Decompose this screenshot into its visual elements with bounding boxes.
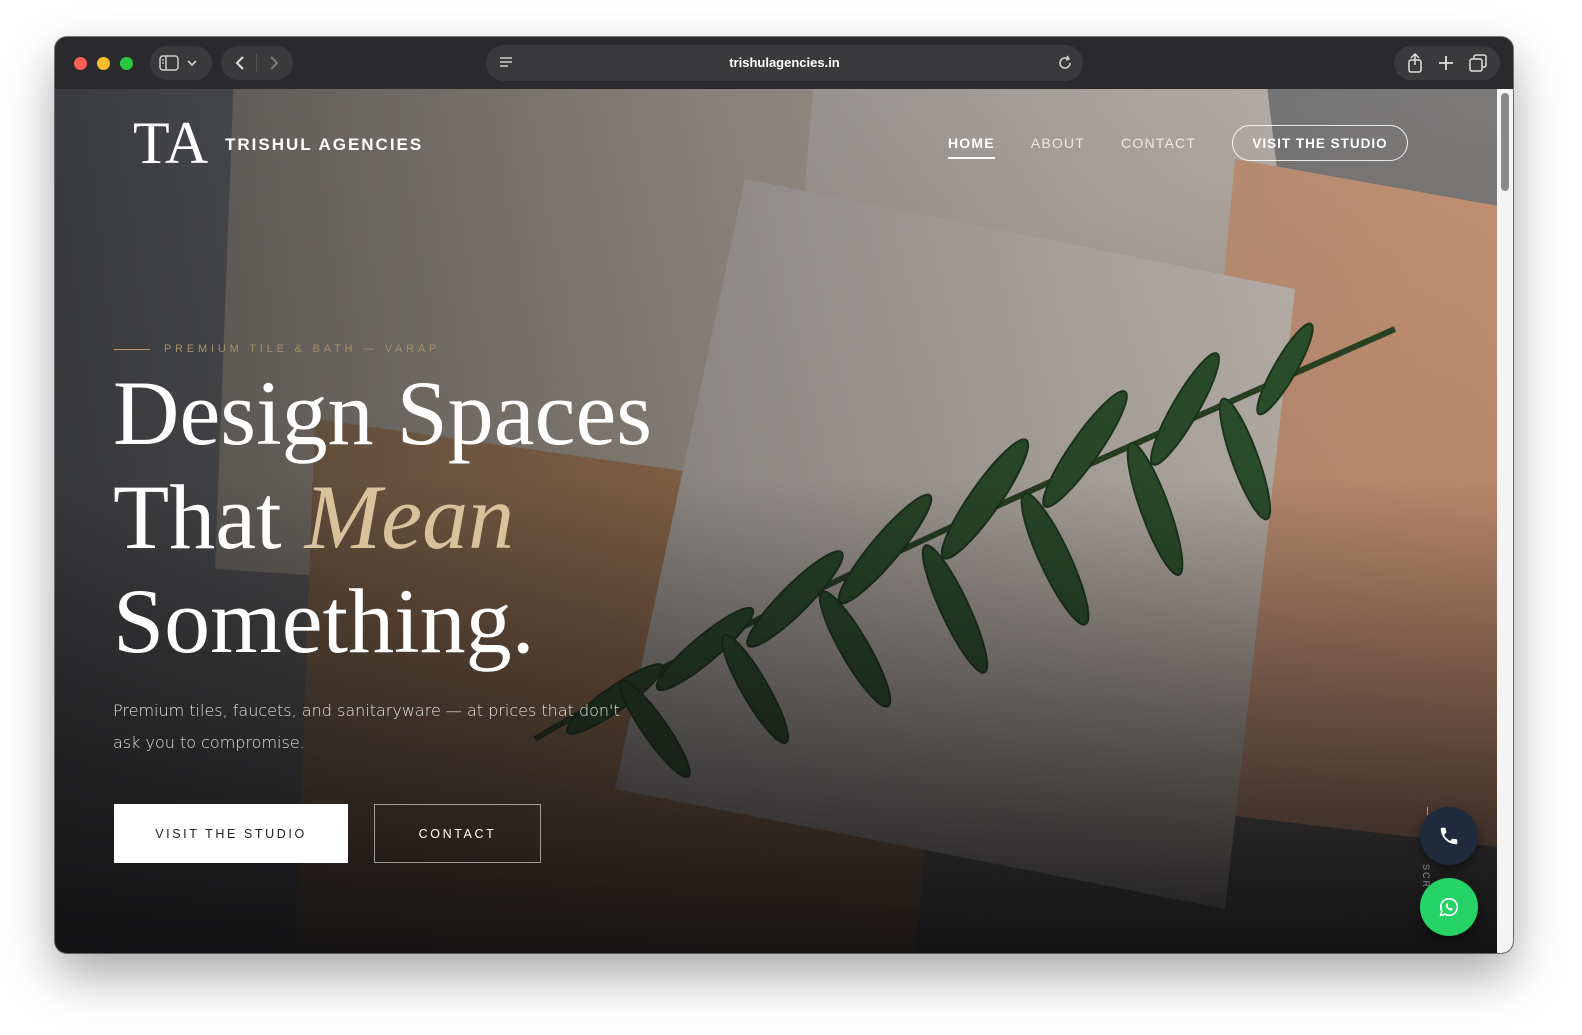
page-viewport: TA TRISHUL AGENCIES HOME ABOUT CONTACT V… <box>55 89 1513 953</box>
tab-overview-icon[interactable] <box>1468 54 1487 72</box>
eyebrow-text: PREMIUM TILE & BATH — VARAP <box>164 343 441 355</box>
nav-visit-studio-button[interactable]: VISIT THE STUDIO <box>1232 125 1408 161</box>
forward-arrow-icon[interactable] <box>268 55 280 71</box>
sidebar-icon <box>159 55 179 71</box>
headline-line-2-pre: That <box>113 466 305 568</box>
headline-accent-word: Mean <box>304 466 515 568</box>
contact-button[interactable]: CONTACT <box>374 804 541 863</box>
whatsapp-icon <box>1439 897 1459 917</box>
call-button[interactable] <box>1420 807 1478 865</box>
reload-icon[interactable] <box>1057 55 1073 71</box>
sidebar-toggle-button[interactable] <box>150 46 212 80</box>
main-nav: HOME ABOUT CONTACT <box>948 135 1196 159</box>
chevron-down-icon <box>187 60 197 67</box>
scroll-indicator-line <box>1427 807 1428 815</box>
nav-link-about[interactable]: ABOUT <box>1031 135 1085 159</box>
headline-line-3: Something. <box>113 570 535 672</box>
share-icon[interactable] <box>1407 53 1423 73</box>
address-bar[interactable]: trishulagencies.in <box>486 45 1083 81</box>
headline-line-1: Design Spaces <box>113 362 653 464</box>
eyebrow-rule <box>114 348 150 350</box>
logo-mark-letters: TA <box>133 113 208 176</box>
close-window-button[interactable] <box>74 57 87 70</box>
phone-icon <box>1440 827 1458 845</box>
back-arrow-icon[interactable] <box>234 55 246 71</box>
url-text: trishulagencies.in <box>729 55 840 70</box>
history-navigation <box>221 46 293 80</box>
zoom-window-button[interactable] <box>120 57 133 70</box>
nav-separator <box>256 54 258 72</box>
browser-toolbar: trishulagencies.in <box>55 37 1513 89</box>
hero-eyebrow: PREMIUM TILE & BATH — VARAP <box>114 343 440 355</box>
minimize-window-button[interactable] <box>97 57 110 70</box>
nav-link-home[interactable]: HOME <box>948 135 995 159</box>
page-scrollbar[interactable] <box>1497 89 1513 953</box>
new-tab-icon[interactable] <box>1438 55 1454 71</box>
site-logo[interactable]: TA TRISHUL AGENCIES <box>133 113 423 177</box>
hero-headline: Design Spaces That Mean Something. <box>113 361 652 673</box>
whatsapp-button[interactable] <box>1420 878 1478 936</box>
browser-window: trishulagencies.in TA TRISHUL AGENCIES H… <box>55 37 1513 953</box>
browser-actions <box>1394 46 1500 80</box>
logo-mark-icon: TA <box>133 113 208 176</box>
hero-subtext: Premium tiles, faucets, and sanitaryware… <box>113 701 620 752</box>
visit-studio-button[interactable]: VISIT THE STUDIO <box>114 804 348 863</box>
scrollbar-thumb[interactable] <box>1501 93 1509 191</box>
brand-name: TRISHUL AGENCIES <box>225 135 424 154</box>
nav-link-contact[interactable]: CONTACT <box>1121 135 1196 159</box>
